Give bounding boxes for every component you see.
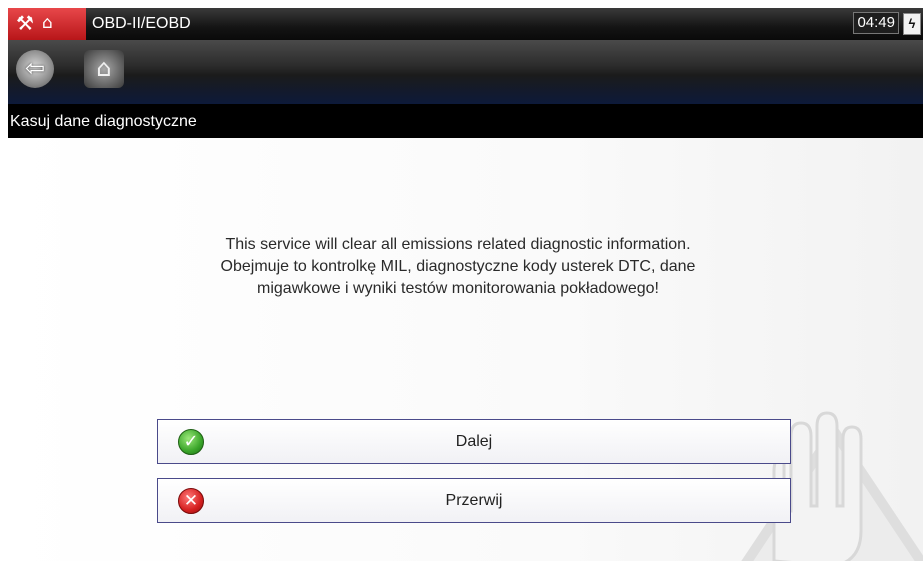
home-button[interactable]: ⌂ <box>84 50 124 88</box>
message-line: Obejmuje to kontrolkę MIL, diagnostyczne… <box>220 258 696 275</box>
page-header: Kasuj dane diagnostyczne <box>8 104 923 138</box>
main-content: This service will clear all emissions re… <box>8 138 923 561</box>
message-line: migawkowe i wyniki testów monitorowania … <box>257 280 659 297</box>
home-icon: ⌂ <box>96 54 112 82</box>
abort-button-label: Przerwij <box>445 492 503 509</box>
message-line: This service will clear all emissions re… <box>225 236 691 253</box>
page-title: Kasuj dane diagnostyczne <box>10 113 197 130</box>
toolbar: ⇦ ⌂ <box>8 40 923 104</box>
plug-glyph-icon: ⌂ <box>42 13 53 33</box>
title-bar: ⚒ ⌂ OBD-II/EOBD 04:49 ϟ <box>8 8 923 40</box>
back-arrow-icon: ⇦ <box>24 54 46 82</box>
back-button[interactable]: ⇦ <box>16 50 54 88</box>
continue-button-label: Dalej <box>455 433 493 450</box>
abort-button[interactable]: ✕ Przerwij <box>157 478 791 523</box>
battery-charging-icon: ϟ <box>903 13 921 35</box>
tool-glyph-icon: ⚒ <box>16 11 34 35</box>
scanner-app-icon[interactable]: ⚒ ⌂ <box>8 8 86 40</box>
warning-message: This service will clear all emissions re… <box>158 234 758 300</box>
app-title: OBD-II/EOBD <box>92 15 191 32</box>
screen: ⚒ ⌂ OBD-II/EOBD 04:49 ϟ ⇦ ⌂ Kasuj dane d… <box>8 8 923 561</box>
clock: 04:49 <box>853 12 899 34</box>
continue-button[interactable]: ✓ Dalej <box>157 419 791 464</box>
